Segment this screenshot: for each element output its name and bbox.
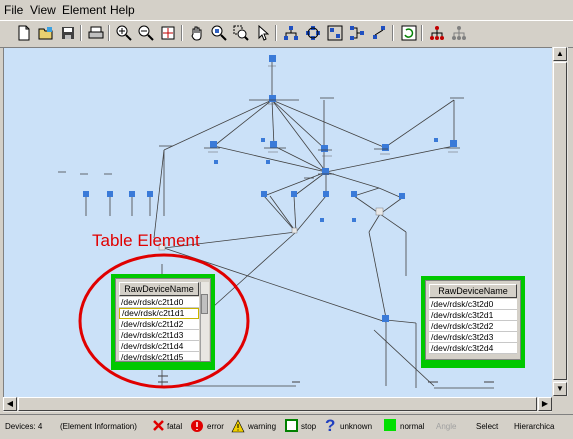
topology-canvas[interactable]: Table Element RawDeviceName /dev/rdsk/c2… xyxy=(3,47,552,397)
legend-fatal: fatal xyxy=(167,422,183,431)
orthogonal-layout-icon[interactable] xyxy=(348,24,366,42)
table-row[interactable]: /dev/rdsk/c2t1d4 xyxy=(119,341,199,352)
scroll-up-icon[interactable]: ▲ xyxy=(553,47,567,61)
menu-help[interactable]: Help xyxy=(110,3,135,17)
scroll-right-icon[interactable]: ▶ xyxy=(538,397,552,411)
menu-file[interactable]: File xyxy=(4,3,23,17)
legend-stop: stop xyxy=(301,422,317,431)
table-row[interactable]: /dev/rdsk/c3t2d4 xyxy=(429,343,517,354)
menu-bar: File View Element Help xyxy=(0,0,573,20)
device-count: Devices: 4 xyxy=(5,422,43,431)
refresh-icon[interactable] xyxy=(400,24,418,42)
table-row[interactable]: /dev/rdsk/c3t2d0 xyxy=(429,299,517,310)
pointer-icon[interactable] xyxy=(254,24,272,42)
vertical-scrollbar[interactable]: ▲ ▼ xyxy=(552,47,568,396)
table-scrollbar[interactable] xyxy=(200,282,209,361)
toolbar-separator xyxy=(108,25,110,41)
zoom-out-icon[interactable] xyxy=(137,24,155,42)
toolbar-separator xyxy=(181,25,183,41)
new-file-icon[interactable] xyxy=(15,24,33,42)
table-panel: RawDeviceName /dev/rdsk/c3t2d0 /dev/rdsk… xyxy=(425,280,521,360)
annotation-label: Table Element xyxy=(92,231,200,250)
open-folder-icon[interactable] xyxy=(37,24,55,42)
hierarchical-button[interactable]: Hierarchica xyxy=(514,422,554,431)
legend-error: error xyxy=(207,422,224,431)
tree-layout-icon[interactable] xyxy=(282,24,300,42)
column-header[interactable]: RawDeviceName xyxy=(119,282,199,296)
scroll-corner xyxy=(552,397,568,412)
save-icon[interactable] xyxy=(59,24,77,42)
element-information: (Element Information) xyxy=(60,422,137,431)
toolbar-separator xyxy=(421,25,423,41)
table-row[interactable]: /dev/rdsk/c2t1d5 xyxy=(119,352,199,361)
zoom-select-icon[interactable] xyxy=(210,24,228,42)
table-row[interactable]: /dev/rdsk/c2t1d0 xyxy=(119,297,199,308)
table-element-left[interactable]: RawDeviceName /dev/rdsk/c2t1d0 /dev/rdsk… xyxy=(111,274,215,370)
hierarchy-red-icon[interactable] xyxy=(428,24,446,42)
table-row[interactable]: /dev/rdsk/c3t2d3 xyxy=(429,332,517,343)
horizontal-scrollbar[interactable]: ◀ ▶ xyxy=(3,397,552,412)
fatal-icon xyxy=(153,420,164,431)
legend-warning: warning xyxy=(248,422,277,431)
toolbar-separator xyxy=(275,25,277,41)
circular-layout-icon[interactable] xyxy=(304,24,322,42)
angle-button[interactable]: Angle xyxy=(436,422,456,431)
error-icon xyxy=(191,420,203,432)
toolbar xyxy=(0,20,573,48)
status-bar: Devices: 4 (Element Information) fatal e… xyxy=(0,414,573,439)
zoom-window-icon[interactable] xyxy=(232,24,250,42)
column-header[interactable]: RawDeviceName xyxy=(429,284,517,298)
menu-element[interactable]: Element xyxy=(62,3,106,17)
scrollbar-thumb[interactable] xyxy=(201,294,208,314)
organic-layout-icon[interactable] xyxy=(370,24,388,42)
table-row[interactable]: /dev/rdsk/c2t1d2 xyxy=(119,319,199,330)
scroll-down-icon[interactable]: ▼ xyxy=(553,382,567,396)
select-button[interactable]: Select xyxy=(476,422,498,431)
menu-view[interactable]: View xyxy=(30,3,56,17)
legend-normal: normal xyxy=(400,422,425,431)
fit-view-icon[interactable] xyxy=(159,24,177,42)
vertical-scroll-thumb[interactable] xyxy=(553,62,567,380)
table-row[interactable]: /dev/rdsk/c2t1d3 xyxy=(119,330,199,341)
scroll-left-icon[interactable]: ◀ xyxy=(3,397,17,411)
unknown-icon: ? xyxy=(325,416,336,435)
toolbar-separator xyxy=(392,25,394,41)
table-row[interactable]: /dev/rdsk/c3t2d2 xyxy=(429,321,517,332)
hand-pan-icon[interactable] xyxy=(188,24,206,42)
legend-unknown: unknown xyxy=(340,422,373,431)
zoom-in-icon[interactable] xyxy=(115,24,133,42)
warning-icon xyxy=(231,419,245,433)
grid-layout-icon[interactable] xyxy=(326,24,344,42)
toolbar-separator xyxy=(80,25,82,41)
normal-icon xyxy=(384,419,396,431)
print-icon[interactable] xyxy=(87,24,105,42)
stop-icon xyxy=(285,419,298,432)
hierarchy-gray-icon[interactable] xyxy=(450,24,468,42)
table-row-selected[interactable]: /dev/rdsk/c2t1d1 xyxy=(119,308,199,319)
horizontal-scroll-thumb[interactable] xyxy=(18,397,537,411)
table-row[interactable]: /dev/rdsk/c3t2d1 xyxy=(429,310,517,321)
table-element-right[interactable]: RawDeviceName /dev/rdsk/c3t2d0 /dev/rdsk… xyxy=(421,276,525,368)
table-panel: RawDeviceName /dev/rdsk/c2t1d0 /dev/rdsk… xyxy=(115,278,211,362)
